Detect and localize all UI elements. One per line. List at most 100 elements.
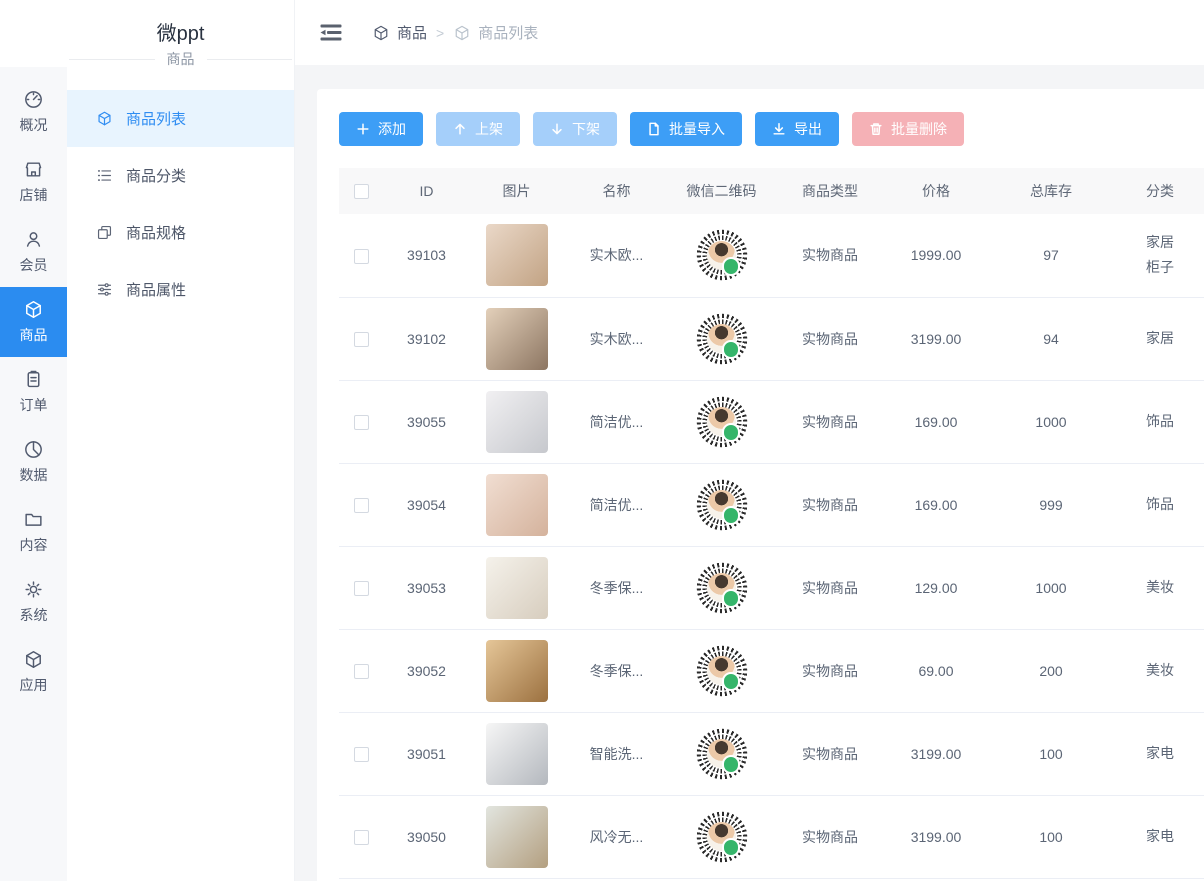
main-area: 商品 > 商品列表 添加 上架 [295,0,1204,881]
put-on-shelf-button[interactable]: 上架 [436,112,520,146]
col-header-name: 名称 [564,168,669,214]
product-image[interactable] [486,640,548,702]
row-checkbox[interactable] [354,498,369,513]
product-name: 冬季保... [564,629,669,712]
row-checkbox[interactable] [354,747,369,762]
submenu-item-label: 商品规格 [126,222,186,243]
button-label: 导出 [794,119,822,139]
product-stock: 1000 [986,380,1116,463]
breadcrumb-item-product[interactable]: 商品 [372,22,427,43]
product-table: ID 图片 名称 微信二维码 商品类型 价格 总库存 分类 39103 [339,168,1204,879]
product-price: 169.00 [886,380,986,463]
product-price: 3199.00 [886,795,986,878]
wechat-miniprogram-qrcode-icon[interactable] [695,644,749,698]
data-pie-icon [23,439,44,460]
col-header-stock: 总库存 [986,168,1116,214]
product-image[interactable] [486,308,548,370]
arrow-up-icon [453,122,467,136]
divider [207,59,293,60]
submenu-item-label: 商品分类 [126,165,186,186]
wechat-miniprogram-qrcode-icon[interactable] [695,561,749,615]
col-header-id: ID [384,168,469,214]
product-stock: 97 [986,214,1116,297]
breadcrumb-separator: > [436,25,444,41]
trash-icon [869,122,883,136]
product-image[interactable] [486,474,548,536]
row-checkbox[interactable] [354,249,369,264]
rail-item-shop[interactable]: 店铺 [0,147,67,217]
download-icon [772,122,786,136]
product-image[interactable] [486,723,548,785]
wechat-miniprogram-qrcode-icon[interactable] [695,810,749,864]
wechat-miniprogram-qrcode-icon[interactable] [695,312,749,366]
product-image[interactable] [486,806,548,868]
rail-item-label: 概况 [20,115,48,135]
product-row: 39052 冬季保... 实物商品 69.00 200 美妆 [339,629,1204,712]
add-button[interactable]: 添加 [339,112,423,146]
product-price: 3199.00 [886,297,986,380]
wechat-miniprogram-qrcode-icon[interactable] [695,727,749,781]
row-checkbox[interactable] [354,581,369,596]
rail-item-apps[interactable]: 应用 [0,637,67,707]
col-header-type: 商品类型 [774,168,886,214]
wechat-miniprogram-qrcode-icon[interactable] [695,228,749,282]
account-qrcode-avatar [0,0,67,67]
product-image[interactable] [486,557,548,619]
shop-icon [23,159,44,180]
button-label: 下架 [572,119,600,139]
row-checkbox[interactable] [354,415,369,430]
export-button[interactable]: 导出 [755,112,839,146]
submenu-item-product-category[interactable]: 商品分类 [67,147,294,204]
plus-icon [356,122,370,136]
submenu-item-product-attr[interactable]: 商品属性 [67,261,294,318]
submenu-item-product-spec[interactable]: 商品规格 [67,204,294,261]
wechat-miniprogram-qrcode-icon[interactable] [695,478,749,532]
product-category: 饰品 [1116,380,1204,463]
breadcrumb-label: 商品列表 [478,22,538,43]
sidebar-collapse-button[interactable] [320,24,342,41]
rail-item-system[interactable]: 系统 [0,567,67,637]
select-all-checkbox[interactable] [354,184,369,199]
module-subtitle: 商品 [67,49,294,69]
product-image[interactable] [486,224,548,286]
rail-item-label: 会员 [20,255,48,275]
submenu-item-product-list[interactable]: 商品列表 [67,90,294,147]
submenu-item-label: 商品列表 [126,108,186,129]
batch-delete-button[interactable]: 批量删除 [852,112,964,146]
rail-item-label: 数据 [20,465,48,485]
cube-icon [372,24,390,42]
button-label: 上架 [475,119,503,139]
product-row: 39053 冬季保... 实物商品 129.00 1000 美妆 [339,546,1204,629]
breadcrumb: 商品 > 商品列表 [372,22,538,43]
rail-item-product[interactable]: 商品 [0,287,67,357]
product-type: 实物商品 [774,463,886,546]
product-type: 实物商品 [774,795,886,878]
rail-item-member[interactable]: 会员 [0,217,67,287]
batch-import-button[interactable]: 批量导入 [630,112,742,146]
wechat-miniprogram-qrcode-icon[interactable] [695,395,749,449]
breadcrumb-item-product-list[interactable]: 商品列表 [453,22,538,43]
row-checkbox[interactable] [354,830,369,845]
rail-item-data[interactable]: 数据 [0,427,67,497]
submenu-item-label: 商品属性 [126,279,186,300]
product-price: 3199.00 [886,712,986,795]
take-off-shelf-button[interactable]: 下架 [533,112,617,146]
product-type: 实物商品 [774,380,886,463]
rail-item-order[interactable]: 订单 [0,357,67,427]
product-id: 39051 [384,712,469,795]
product-id: 39103 [384,214,469,297]
rail-item-label: 内容 [20,535,48,555]
product-name: 智能洗... [564,712,669,795]
rail-item-overview[interactable]: 概况 [0,77,67,147]
rail-item-content[interactable]: 内容 [0,497,67,567]
product-category: 美妆 [1116,546,1204,629]
order-icon [23,369,44,390]
button-label: 添加 [378,119,406,139]
product-row: 39050 风冷无... 实物商品 3199.00 100 家电 [339,795,1204,878]
row-checkbox[interactable] [354,332,369,347]
product-image[interactable] [486,391,548,453]
rail-item-label: 系统 [20,605,48,625]
product-stock: 999 [986,463,1116,546]
row-checkbox[interactable] [354,664,369,679]
product-category: 家电 [1116,795,1204,878]
